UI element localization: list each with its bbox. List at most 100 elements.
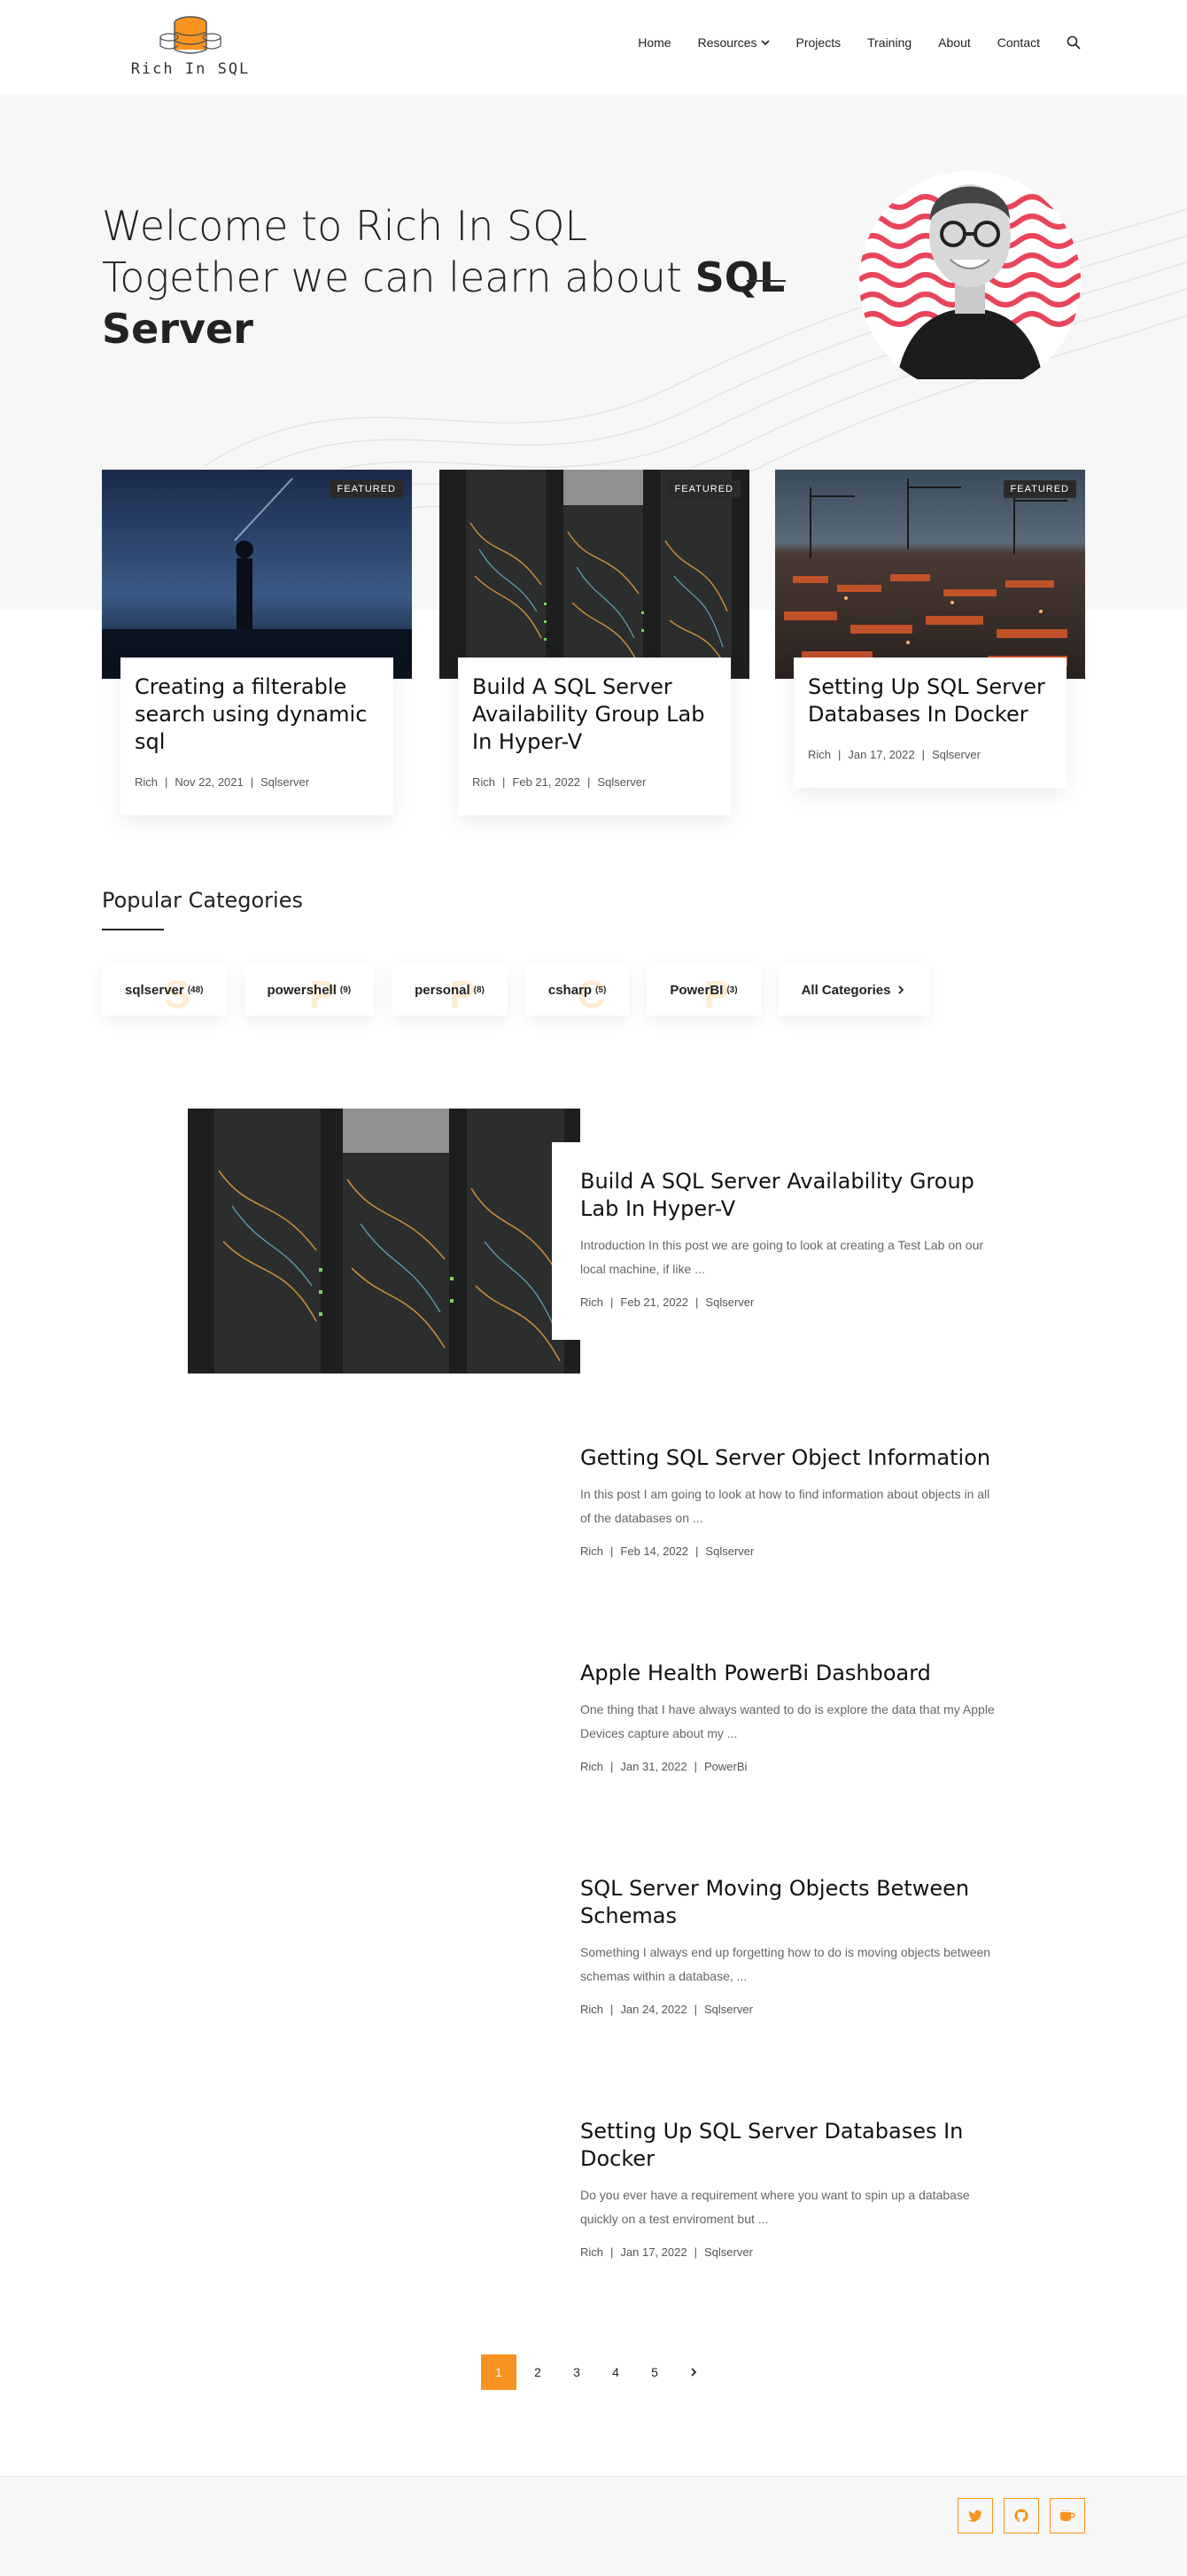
post-author[interactable]: Rich xyxy=(580,2003,603,2016)
post-list-item: Setting Up SQL Server Databases In Docke… xyxy=(580,2118,997,2259)
post-category[interactable]: Sqlserver xyxy=(704,2245,753,2259)
nav-training[interactable]: Training xyxy=(867,35,912,50)
post-meta: Rich | Feb 21, 2022 | Sqlserver xyxy=(580,1296,997,1309)
server-rack-image xyxy=(188,1109,580,1374)
meta-separator: | xyxy=(694,2003,697,2016)
post-category[interactable]: Sqlserver xyxy=(705,1545,754,1558)
category-powerbi[interactable]: P PowerBI (3) xyxy=(647,964,761,1016)
post-date: Jan 24, 2022 xyxy=(620,2003,687,2016)
page-5[interactable]: 5 xyxy=(637,2354,672,2390)
nav-contact[interactable]: Contact xyxy=(997,35,1040,50)
post-author[interactable]: Rich xyxy=(580,1296,603,1309)
post-meta: Rich | Feb 21, 2022 | Sqlserver xyxy=(472,775,717,789)
post-list-item: Build A SQL Server Availability Group La… xyxy=(580,1168,997,1309)
post-image[interactable] xyxy=(188,1109,580,1374)
post-category[interactable]: Sqlserver xyxy=(260,775,309,789)
category-personal[interactable]: P personal (8) xyxy=(392,964,508,1016)
post-author[interactable]: Rich xyxy=(135,775,158,789)
category-label: sqlserver xyxy=(125,982,184,998)
post-category[interactable]: Sqlserver xyxy=(932,748,981,761)
post-list-item: SQL Server Moving Objects Between Schema… xyxy=(580,1875,997,2016)
meta-separator: | xyxy=(610,2245,614,2259)
site-logo[interactable]: Rich In SQL xyxy=(124,12,257,83)
category-label: csharp xyxy=(547,982,593,998)
featured-title[interactable]: Setting Up SQL Server Databases In Docke… xyxy=(808,673,1052,728)
coffee-link[interactable] xyxy=(1050,2498,1085,2533)
post-author[interactable]: Rich xyxy=(580,2245,603,2259)
post-date: Jan 31, 2022 xyxy=(620,1760,687,1773)
post-author[interactable]: Rich xyxy=(472,775,495,789)
all-categories-button[interactable]: All Categories xyxy=(778,964,930,1016)
post-meta: Rich | Jan 17, 2022 | Sqlserver xyxy=(580,2245,997,2259)
post-title[interactable]: Getting SQL Server Object Information xyxy=(580,1444,997,1472)
post-author[interactable]: Rich xyxy=(808,748,831,761)
post-excerpt: In this post I am going to look at how t… xyxy=(580,1487,990,1525)
featured-card[interactable]: FEATURED Build A SQL Server Availability… xyxy=(439,470,749,815)
post-list-item: Apple Health PowerBi Dashboard One thing… xyxy=(580,1660,997,1773)
featured-title[interactable]: Creating a filterable search using dynam… xyxy=(135,673,379,756)
meta-separator: | xyxy=(695,1296,699,1309)
database-logo-icon xyxy=(159,16,221,54)
featured-image[interactable]: FEATURED xyxy=(439,470,749,679)
post-meta: Rich | Jan 31, 2022 | PowerBi xyxy=(580,1760,997,1773)
page-4[interactable]: 4 xyxy=(598,2354,633,2390)
post-meta: Rich | Jan 17, 2022 | Sqlserver xyxy=(808,748,1052,761)
post-meta: Rich | Nov 22, 2021 | Sqlserver xyxy=(135,775,379,789)
categories-heading: Popular Categories xyxy=(102,888,303,913)
post-date: Feb 14, 2022 xyxy=(620,1545,689,1558)
search-icon[interactable] xyxy=(1067,35,1081,50)
meta-separator: | xyxy=(695,1545,699,1558)
image-notch xyxy=(552,1142,580,1340)
post-category[interactable]: PowerBi xyxy=(704,1760,747,1773)
post-title[interactable]: Build A SQL Server Availability Group La… xyxy=(580,1168,997,1223)
featured-image[interactable]: FEATURED xyxy=(775,470,1085,679)
post-author[interactable]: Rich xyxy=(580,1760,603,1773)
post-excerpt: One thing that I have always wanted to d… xyxy=(580,1702,995,1740)
hero-title: Welcome to Rich In SQL xyxy=(102,202,588,250)
post-date: Nov 22, 2021 xyxy=(175,775,244,789)
category-sqlserver[interactable]: S sqlserver (48) xyxy=(102,964,227,1016)
page-2[interactable]: 2 xyxy=(520,2354,555,2390)
next-page-button[interactable] xyxy=(676,2354,711,2390)
category-powershell[interactable]: P powershell (9) xyxy=(244,964,375,1016)
post-category[interactable]: Sqlserver xyxy=(597,775,646,789)
featured-title[interactable]: Build A SQL Server Availability Group La… xyxy=(472,673,717,756)
meta-separator: | xyxy=(250,775,254,789)
chevron-down-icon xyxy=(760,40,770,46)
page-1[interactable]: 1 xyxy=(481,2354,516,2390)
hero-subtitle-text: Together we can learn about xyxy=(102,253,695,301)
nav-resources-label: Resources xyxy=(697,35,757,50)
hero-dash xyxy=(747,280,786,282)
post-title[interactable]: Apple Health PowerBi Dashboard xyxy=(580,1660,997,1687)
meta-separator: | xyxy=(165,775,168,789)
twitter-link[interactable] xyxy=(958,2498,993,2533)
post-list-item: Getting SQL Server Object Information In… xyxy=(580,1444,997,1558)
social-links xyxy=(958,2498,1085,2533)
featured-card[interactable]: FEATURED Creating a filterable search us… xyxy=(102,470,412,815)
server-rack-image xyxy=(439,470,749,679)
post-date: Jan 17, 2022 xyxy=(620,2245,687,2259)
site-footer xyxy=(0,2476,1187,2576)
category-csharp[interactable]: C csharp (5) xyxy=(524,964,630,1016)
nav-projects[interactable]: Projects xyxy=(796,35,842,50)
post-category[interactable]: Sqlserver xyxy=(704,2003,753,2016)
hero-subtitle: Together we can learn about SQL Server xyxy=(102,252,793,354)
github-link[interactable] xyxy=(1004,2498,1039,2533)
category-label: personal xyxy=(415,982,470,998)
featured-card[interactable]: FEATURED Setting Up SQL Server Databases… xyxy=(775,470,1085,788)
post-date: Jan 17, 2022 xyxy=(848,748,915,761)
featured-image[interactable]: FEATURED xyxy=(102,470,412,679)
post-author[interactable]: Rich xyxy=(580,1545,603,1558)
site-header: Rich In SQL Home Resources Projects Trai… xyxy=(0,0,1187,94)
nav-resources[interactable]: Resources xyxy=(698,35,770,50)
nav-about[interactable]: About xyxy=(938,35,971,50)
post-category[interactable]: Sqlserver xyxy=(705,1296,754,1309)
featured-badge: FEATURED xyxy=(330,480,403,498)
nav-home[interactable]: Home xyxy=(638,35,671,50)
page-3[interactable]: 3 xyxy=(559,2354,594,2390)
post-title[interactable]: SQL Server Moving Objects Between Schema… xyxy=(580,1875,997,1930)
author-avatar xyxy=(859,171,1081,379)
post-title[interactable]: Setting Up SQL Server Databases In Docke… xyxy=(580,2118,997,2173)
heading-underline xyxy=(102,929,164,930)
meta-separator: | xyxy=(610,2003,614,2016)
